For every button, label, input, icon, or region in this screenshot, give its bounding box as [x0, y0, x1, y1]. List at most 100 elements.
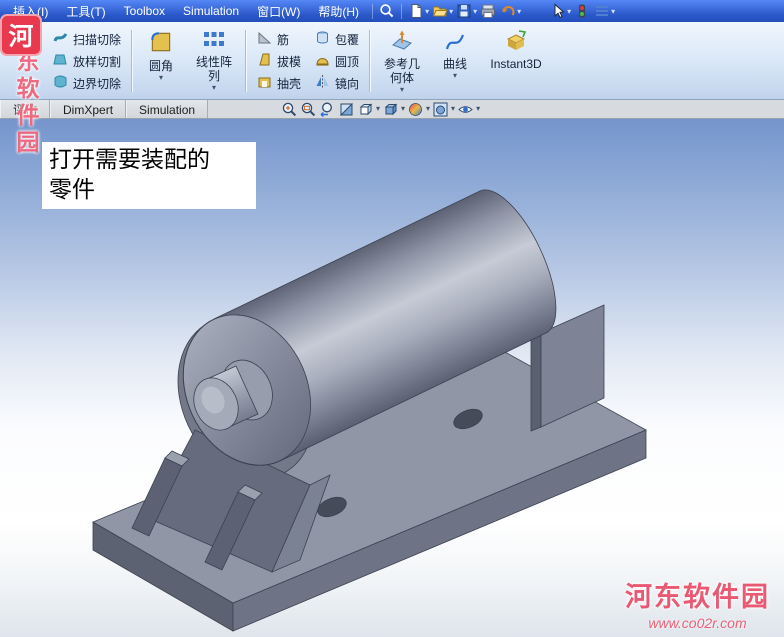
- rib-button[interactable]: 筋: [252, 29, 306, 49]
- dropdown-arrow-icon[interactable]: ▾: [473, 7, 477, 16]
- cut-features-group: 扫描切除 放样切割 边界切除: [48, 29, 126, 93]
- dropdown-arrow-icon[interactable]: ▾: [449, 7, 453, 16]
- instant3d-label: Instant3D: [490, 57, 542, 71]
- draft-label: 拔模: [277, 54, 302, 69]
- lofted-cut-button[interactable]: 放样切割: [48, 51, 126, 71]
- rib-icon: [257, 30, 272, 48]
- display-style-icon[interactable]: [382, 100, 399, 119]
- dropdown-arrow-icon[interactable]: ▾: [376, 105, 380, 113]
- linear-pattern-icon: [202, 29, 226, 54]
- draft-icon: [257, 52, 272, 70]
- linear-pattern-label: 线性阵列: [196, 55, 233, 83]
- menu-separator: [372, 3, 374, 19]
- ribbon-separator: [369, 30, 372, 92]
- options-list-icon[interactable]: [592, 2, 612, 21]
- menu-separator: [401, 3, 403, 19]
- zoom-fit-icon[interactable]: [281, 100, 298, 119]
- swept-cut-button[interactable]: 扫描切除: [48, 29, 126, 49]
- previous-view-icon[interactable]: [319, 100, 336, 119]
- dropdown-arrow-icon[interactable]: ▾: [476, 105, 480, 113]
- graphics-viewport[interactable]: 打开需要装配的 零件: [0, 118, 784, 637]
- ribbon-separator: [131, 30, 134, 92]
- headsup-view-toolbar: ▾ ▾ ▾ ▾ ▾: [281, 99, 480, 119]
- select-arrow-icon[interactable]: [548, 2, 568, 21]
- lofted-cut-icon: [53, 52, 68, 70]
- features-ribbon: 扫描切除 放样切割 边界切除 圆角 ▾ 线性阵列 ▾ 筋 拔模 抽壳 包覆 圆顶…: [0, 22, 784, 100]
- curves-icon: [442, 29, 468, 56]
- site-logo-glyph: 河: [8, 23, 34, 51]
- dropdown-arrow-icon[interactable]: ▾: [611, 7, 615, 16]
- shell-button[interactable]: 抽壳: [252, 73, 306, 93]
- fillet-icon: [148, 29, 174, 58]
- menu-help[interactable]: 帮助(H): [309, 1, 368, 22]
- boundary-cut-icon: [53, 74, 68, 92]
- swept-cut-label: 扫描切除: [73, 32, 122, 47]
- annotation-text: 打开需要装配的 零件: [42, 142, 256, 209]
- instant3d-icon: [503, 29, 529, 56]
- reference-geometry-label: 参考几何体: [384, 57, 421, 85]
- linear-pattern-button[interactable]: 线性阵列 ▾: [189, 27, 239, 94]
- menu-bar: 插入(I) 工具(T) Toolbox Simulation 窗口(W) 帮助(…: [0, 0, 784, 22]
- dropdown-arrow-icon[interactable]: ▾: [517, 7, 521, 16]
- view-orientation-icon[interactable]: [357, 100, 374, 119]
- wrap-label: 包覆: [335, 32, 360, 47]
- menu-simulation[interactable]: Simulation: [174, 2, 248, 20]
- view-settings-icon[interactable]: [457, 100, 474, 119]
- fillet-label: 圆角: [149, 59, 174, 73]
- boundary-cut-button[interactable]: 边界切除: [48, 73, 126, 93]
- rebuild-traffic-light-icon[interactable]: [572, 2, 592, 21]
- wrap-icon: [315, 30, 330, 48]
- dome-icon: [315, 52, 330, 70]
- menu-window[interactable]: 窗口(W): [248, 1, 309, 22]
- search-icon[interactable]: [377, 2, 397, 21]
- shell-label: 抽壳: [277, 76, 302, 91]
- tab-simulation[interactable]: Simulation: [126, 100, 209, 118]
- solidworks-window: 插入(I) 工具(T) Toolbox Simulation 窗口(W) 帮助(…: [0, 0, 784, 637]
- annotation-line2: 零件: [49, 177, 95, 203]
- menu-tools[interactable]: 工具(T): [57, 1, 114, 22]
- menu-toolbox[interactable]: Toolbox: [115, 2, 174, 20]
- undo-icon[interactable]: [498, 2, 518, 21]
- dropdown-arrow-icon: ▾: [159, 72, 164, 82]
- curves-button[interactable]: 曲线 ▾: [433, 27, 477, 82]
- dropdown-arrow-icon[interactable]: ▾: [567, 7, 571, 16]
- tab-evaluate[interactable]: 评估: [0, 100, 51, 118]
- zoom-area-icon[interactable]: [300, 100, 317, 119]
- reference-geometry-icon: [389, 29, 415, 56]
- site-logo: 河: [0, 14, 42, 56]
- shell-icon: [257, 74, 272, 92]
- dropdown-arrow-icon: ▾: [400, 84, 405, 94]
- dome-button[interactable]: 圆顶: [310, 51, 364, 71]
- edit-appearance-icon[interactable]: [407, 100, 424, 119]
- dropdown-arrow-icon: ▾: [212, 82, 217, 92]
- dropdown-arrow-icon[interactable]: ▾: [401, 105, 405, 113]
- open-folder-icon[interactable]: [430, 2, 450, 21]
- mirror-icon: [315, 74, 330, 92]
- dome-label: 圆顶: [335, 54, 360, 69]
- dropdown-arrow-icon[interactable]: ▾: [426, 105, 430, 113]
- lofted-cut-label: 放样切割: [73, 54, 122, 69]
- swept-cut-icon: [53, 30, 68, 48]
- reference-geometry-button[interactable]: 参考几何体 ▾: [377, 27, 427, 96]
- print-icon[interactable]: [478, 2, 498, 21]
- draft-button[interactable]: 拔模: [252, 51, 306, 71]
- wrap-button[interactable]: 包覆: [310, 29, 364, 49]
- new-document-icon[interactable]: [406, 2, 426, 21]
- curves-label: 曲线: [443, 57, 468, 71]
- boundary-cut-label: 边界切除: [73, 76, 122, 91]
- annotation-line1: 打开需要装配的: [49, 147, 210, 172]
- save-icon[interactable]: [454, 2, 474, 21]
- rib-label: 筋: [277, 32, 290, 47]
- tab-dimxpert[interactable]: DimXpert: [50, 100, 127, 118]
- instant3d-button[interactable]: Instant3D: [483, 27, 549, 74]
- ribbon-separator: [245, 30, 248, 92]
- wrap-dome-mirror-group: 包覆 圆顶 镜向: [310, 29, 364, 93]
- section-view-icon[interactable]: [338, 100, 355, 119]
- rib-draft-shell-group: 筋 拔模 抽壳: [252, 29, 306, 93]
- mirror-label: 镜向: [335, 76, 360, 91]
- dropdown-arrow-icon[interactable]: ▾: [425, 7, 429, 16]
- dropdown-arrow-icon[interactable]: ▾: [451, 105, 455, 113]
- mirror-button[interactable]: 镜向: [310, 73, 364, 93]
- apply-scene-icon[interactable]: [432, 100, 449, 119]
- fillet-button[interactable]: 圆角 ▾: [139, 27, 183, 84]
